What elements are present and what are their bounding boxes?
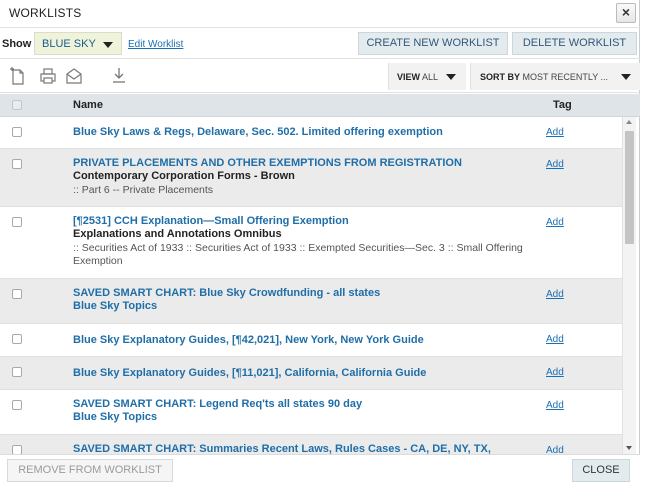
download-icon[interactable] xyxy=(110,66,128,86)
view-value: ALL xyxy=(422,72,439,82)
row-checkbox[interactable] xyxy=(12,217,22,227)
add-tag-link[interactable]: Add xyxy=(546,334,564,345)
table-row: PRIVATE PLACEMENTS AND OTHER EXEMPTIONS … xyxy=(0,149,622,207)
row-title-link[interactable]: Blue Sky Explanatory Guides, [¶11,021], … xyxy=(73,367,426,379)
dialog-title: WORKLISTS xyxy=(9,6,82,20)
chevron-down-icon xyxy=(621,74,631,80)
print-icon[interactable] xyxy=(39,66,57,86)
table-row: SAVED SMART CHART: Legend Req'ts all sta… xyxy=(0,390,622,435)
add-tag-link[interactable]: Add xyxy=(546,127,564,138)
row-source: Contemporary Corporation Forms - Brown xyxy=(73,170,295,182)
create-worklist-button[interactable]: CREATE NEW WORKLIST xyxy=(358,32,508,55)
action-toolbar: VIEW ALL SORT BY MOST RECENTLY ... xyxy=(0,60,640,93)
table-row: SAVED SMART CHART: Blue Sky Crowdfunding… xyxy=(0,279,622,324)
row-checkbox[interactable] xyxy=(12,289,22,299)
table-row: Blue Sky Explanatory Guides, [¶11,021], … xyxy=(0,357,622,390)
add-tag-link[interactable]: Add xyxy=(546,367,564,378)
worklists-dialog: WORKLISTS × Show BLUE SKY Edit Worklist … xyxy=(0,0,640,485)
add-tag-link[interactable]: Add xyxy=(546,217,564,228)
new-document-icon[interactable] xyxy=(9,66,27,86)
row-path: :: Part 6 -- Private Placements xyxy=(73,184,214,196)
close-icon[interactable]: × xyxy=(616,3,636,23)
row-title-link[interactable]: SAVED SMART CHART: Blue Sky Crowdfunding… xyxy=(73,287,380,299)
delete-worklist-button[interactable]: DELETE WORKLIST xyxy=(512,32,637,55)
scroll-up-arrow-icon[interactable] xyxy=(626,120,632,124)
row-source: Blue Sky Topics xyxy=(73,300,158,312)
sort-value: MOST RECENTLY ... xyxy=(522,72,609,82)
row-checkbox[interactable] xyxy=(12,445,22,454)
show-label: Show xyxy=(2,38,32,50)
row-title-link[interactable]: [¶2531] CCH Explanation—Small Offering E… xyxy=(73,215,349,227)
add-tag-link[interactable]: Add xyxy=(546,445,564,454)
email-icon[interactable] xyxy=(65,66,83,86)
row-checkbox[interactable] xyxy=(12,159,22,169)
table-row: [¶2531] CCH Explanation—Small Offering E… xyxy=(0,207,622,279)
row-title-link[interactable]: Blue Sky Laws & Regs, Delaware, Sec. 502… xyxy=(73,126,443,138)
scrollbar-thumb[interactable] xyxy=(625,131,634,244)
row-path: :: Securities Act of 1933 :: Securities … xyxy=(73,242,523,267)
column-header-tag: Tag xyxy=(553,99,572,111)
row-title-link[interactable]: PRIVATE PLACEMENTS AND OTHER EXEMPTIONS … xyxy=(73,157,462,169)
sort-label: SORT BY xyxy=(480,72,521,82)
worklist-select[interactable]: BLUE SKY xyxy=(34,32,122,55)
view-label: VIEW xyxy=(397,72,421,82)
row-source: Explanations and Annotations Omnibus xyxy=(73,228,282,240)
row-source: Blue Sky Topics xyxy=(73,411,158,423)
table-row: Blue Sky Explanatory Guides, [¶42,021], … xyxy=(0,324,622,357)
row-checkbox[interactable] xyxy=(12,367,22,377)
chevron-down-icon xyxy=(446,74,456,80)
close-button[interactable]: CLOSE xyxy=(572,459,630,482)
view-filter-dropdown[interactable]: VIEW ALL xyxy=(388,63,466,90)
edit-worklist-link[interactable]: Edit Worklist xyxy=(128,39,183,50)
show-bar: Show BLUE SKY Edit Worklist CREATE NEW W… xyxy=(0,29,640,59)
worklist-select-value: BLUE SKY xyxy=(42,38,96,50)
row-checkbox[interactable] xyxy=(12,127,22,137)
add-tag-link[interactable]: Add xyxy=(546,159,564,170)
worklist-table-body: Blue Sky Laws & Regs, Delaware, Sec. 502… xyxy=(0,117,622,454)
scroll-down-arrow-icon[interactable] xyxy=(626,446,632,450)
column-header-name: Name xyxy=(73,99,103,111)
select-all-checkbox[interactable] xyxy=(12,100,22,110)
sort-dropdown[interactable]: SORT BY MOST RECENTLY ... xyxy=(470,63,640,90)
chevron-down-icon xyxy=(103,42,113,48)
table-row: Blue Sky Laws & Regs, Delaware, Sec. 502… xyxy=(0,117,622,149)
row-title-link[interactable]: Blue Sky Explanatory Guides, [¶42,021], … xyxy=(73,334,424,346)
vertical-scrollbar[interactable] xyxy=(622,117,636,454)
row-title-link[interactable]: SAVED SMART CHART: Summaries Recent Laws… xyxy=(73,443,491,454)
remove-from-worklist-button[interactable]: REMOVE FROM WORKLIST xyxy=(7,459,173,482)
dialog-titlebar: WORKLISTS × xyxy=(0,0,640,28)
add-tag-link[interactable]: Add xyxy=(546,289,564,300)
add-tag-link[interactable]: Add xyxy=(546,400,564,411)
table-header: Name Tag xyxy=(0,94,640,117)
row-checkbox[interactable] xyxy=(12,400,22,410)
row-checkbox[interactable] xyxy=(12,334,22,344)
row-title-link[interactable]: SAVED SMART CHART: Legend Req'ts all sta… xyxy=(73,398,362,410)
dialog-footer: REMOVE FROM WORKLIST CLOSE xyxy=(0,454,640,485)
table-row: SAVED SMART CHART: Summaries Recent Laws… xyxy=(0,435,622,454)
